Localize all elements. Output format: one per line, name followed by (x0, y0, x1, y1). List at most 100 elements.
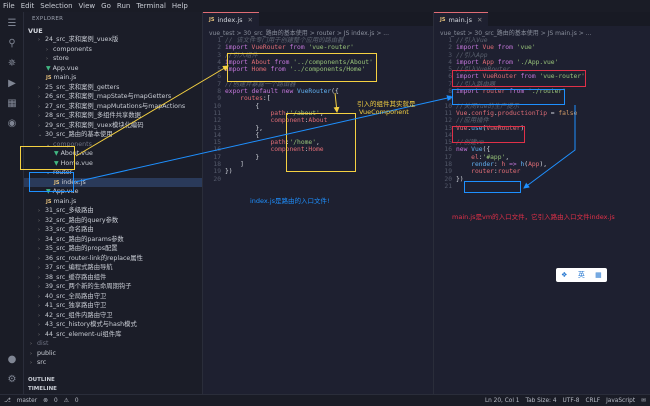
error-count[interactable]: 0 (54, 398, 58, 404)
menu-help[interactable]: Help (172, 2, 188, 10)
tree-item[interactable]: › 34_src_路由的params参数 (24, 235, 202, 245)
code-line[interactable]: 8 export default new VueRouter({ (203, 88, 433, 95)
tree-item[interactable]: ⌄ 30_src_路由的基本使用 (24, 130, 202, 140)
code-line[interactable]: 16 new Vue({ (434, 146, 650, 153)
tree-item[interactable]: › 28_src_求和案例_多组件共享数据 (24, 111, 202, 121)
code-line[interactable]: 5 import Home from '../components/Home' (203, 66, 433, 73)
code-line[interactable]: 13 }, (203, 125, 433, 132)
code-line[interactable]: 4 import About from '../components/About' (203, 59, 433, 66)
menu-go[interactable]: Go (101, 2, 111, 10)
tree-item[interactable]: › 32_src_路由的query参数 (24, 216, 202, 226)
code-line[interactable]: 3 //引入组件 (203, 52, 433, 59)
code-line[interactable]: 1 // 该文件专门用于创建整个应用的路由器 (203, 37, 433, 44)
run-debug-icon[interactable]: ▶ (5, 76, 19, 90)
menu-terminal[interactable]: Terminal (136, 2, 166, 10)
code-line[interactable]: 15 path:'/home', (203, 139, 433, 146)
close-icon[interactable]: ✕ (477, 16, 482, 24)
code-line[interactable]: 6 import VueRouter from 'vue-router' (434, 73, 650, 80)
tree-item[interactable]: › components (24, 45, 202, 55)
extensions-icon[interactable]: ▦ (5, 96, 19, 110)
tree-item[interactable]: › 37_src_编程式路由导航 (24, 263, 202, 273)
code-line[interactable]: 21 (434, 183, 650, 190)
source-control-icon[interactable]: ✵ (5, 56, 19, 70)
eol[interactable]: CRLF (585, 398, 600, 404)
account-icon[interactable]: ● (5, 352, 19, 366)
tree-item[interactable]: ▼ App.vue (24, 64, 202, 74)
ime-widget[interactable]: ❖ 英 ▦ (556, 268, 607, 282)
code-line[interactable]: 18 ] (203, 161, 433, 168)
code-line[interactable]: 15 //创建vm (434, 139, 650, 146)
tree-item[interactable]: › 35_src_路由的props配置 (24, 244, 202, 254)
tree-item[interactable]: › 26_src_求和案例_mapState与mapGetters (24, 92, 202, 102)
code-line[interactable]: 7 //创建并暴露一个路由器 (203, 81, 433, 88)
gear-icon[interactable]: ⚙ (5, 372, 19, 386)
tree-item[interactable]: › 25_src_求和案例_getters (24, 83, 202, 93)
tree-item[interactable]: › 42_src_组件内路由守卫 (24, 311, 202, 321)
code-line[interactable]: 19}) (203, 168, 433, 175)
code-line[interactable]: 20 (203, 176, 433, 183)
settings-sync-icon[interactable]: ◉ (5, 116, 19, 130)
tree-item[interactable]: › 38_src_缓存路由组件 (24, 273, 202, 283)
code-line[interactable]: 17 el:'#app', (434, 154, 650, 161)
tree-item[interactable]: ▼ Home.vue (24, 159, 202, 169)
code-line[interactable]: 8 import router from './router' (434, 88, 650, 95)
code-line[interactable]: 2 import VueRouter from 'vue-router' (203, 44, 433, 51)
tree-item[interactable]: › 24_src_求和案例_vuex版 (24, 35, 202, 45)
warning-count[interactable]: 0 (75, 398, 79, 404)
tree-item[interactable]: › public (24, 349, 202, 359)
breadcrumb[interactable]: vue_test > 30_src_路由的基本使用 > router > JS … (209, 28, 389, 37)
tree-item[interactable]: › dist (24, 339, 202, 349)
code-line[interactable]: 19 router:router (434, 168, 650, 175)
code-line[interactable]: 7 //引入路由器 (434, 81, 650, 88)
tree-item[interactable]: JS main.js (24, 197, 202, 207)
cursor-position[interactable]: Ln 20, Col 1 (485, 398, 520, 404)
tree-item[interactable]: › 44_src_element-ui组件库 (24, 330, 202, 340)
tree-item[interactable]: › 31_src_多级路由 (24, 206, 202, 216)
tree-item[interactable]: › 40_src_全局路由守卫 (24, 292, 202, 302)
code-line[interactable]: 5 //引入VueRouter (434, 66, 650, 73)
menu-run[interactable]: Run (117, 2, 130, 10)
menu-edit[interactable]: Edit (21, 2, 35, 10)
bell-icon[interactable]: ✉ (641, 398, 646, 404)
tree-item[interactable]: JS index.js (24, 177, 202, 187)
close-icon[interactable]: ✕ (248, 16, 253, 24)
outline-section[interactable]: OUTLINE (24, 376, 202, 385)
tree-item[interactable]: ⌄ router (24, 168, 202, 178)
project-name[interactable]: VUE (28, 27, 43, 35)
tree-item[interactable]: › 36_src_router-link的replace属性 (24, 254, 202, 264)
menu-view[interactable]: View (79, 2, 96, 10)
timeline-section[interactable]: TIMELINE (24, 385, 202, 394)
code-line[interactable]: 6 (203, 73, 433, 80)
tree-item[interactable]: › 27_src_求和案例_mapMutations与mapActions (24, 102, 202, 112)
tree-item[interactable]: ▼ App.vue (24, 187, 202, 197)
tab-index-js[interactable]: JS index.js ✕ (203, 12, 259, 26)
code-line[interactable]: 10 //关闭Vue的生产提示 (434, 103, 650, 110)
code-line[interactable]: 1 //引入Vue (434, 37, 650, 44)
encoding[interactable]: UTF-8 (563, 398, 580, 404)
code-line[interactable]: 14 { (203, 132, 433, 139)
code-line[interactable]: 2 import Vue from 'vue' (434, 44, 650, 51)
code-line[interactable]: 12 component:About (203, 117, 433, 124)
tab-size[interactable]: Tab Size: 4 (525, 398, 556, 404)
files-icon[interactable]: ☰ (5, 16, 19, 30)
tree-item[interactable]: › 39_src_两个新的生命周期钩子 (24, 282, 202, 292)
code-line[interactable]: 13 Vue.use(VueRouter) (434, 125, 650, 132)
code-area[interactable]: 1//引入Vue 2 import Vue from 'vue' 3//引入App 4 i… (434, 37, 650, 190)
code-line[interactable]: 16 component:Home (203, 146, 433, 153)
tree-item[interactable]: › store (24, 54, 202, 64)
branch-name[interactable]: master (17, 398, 37, 404)
menu-selection[interactable]: Selection (40, 2, 72, 10)
tree-item[interactable]: › 33_src_命名路由 (24, 225, 202, 235)
tree-item[interactable]: › 41_src_独享路由守卫 (24, 301, 202, 311)
code-line[interactable]: 9 (434, 95, 650, 102)
tree-item[interactable]: ⌄ components (24, 140, 202, 150)
tree-item[interactable]: ▼ About.vue (24, 149, 202, 159)
breadcrumb[interactable]: vue_test > 30_src_路由的基本使用 > JS main.js >… (440, 28, 591, 37)
code-line[interactable]: 18 render: h => h(App), (434, 161, 650, 168)
tree-item[interactable]: › src (24, 358, 202, 368)
code-line[interactable]: 12 //应用插件 (434, 117, 650, 124)
code-line[interactable]: 17 } (203, 154, 433, 161)
code-line[interactable]: 20}) (434, 176, 650, 183)
language-mode[interactable]: JavaScript (606, 398, 635, 404)
tree-item[interactable]: JS main.js (24, 73, 202, 83)
